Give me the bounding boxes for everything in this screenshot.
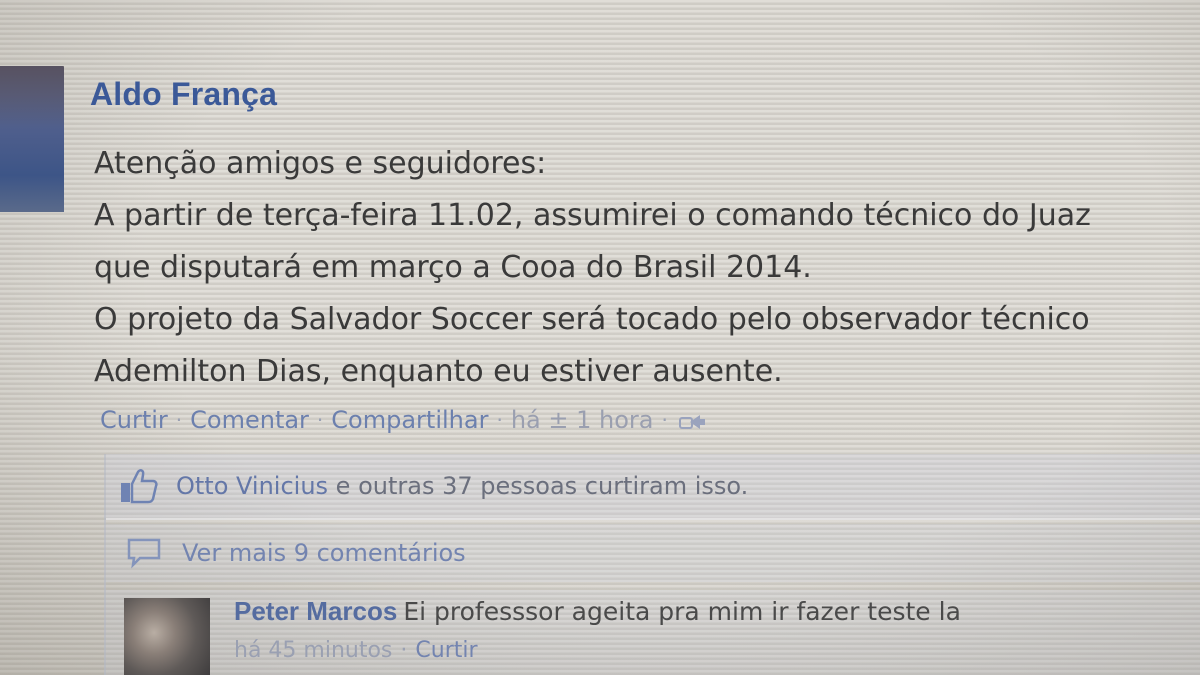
separator: · (496, 408, 503, 432)
view-more-comments-link[interactable]: Ver mais 9 comentários (182, 539, 466, 567)
likes-count-text[interactable]: e outras 37 pessoas curtiram isso. (328, 472, 749, 500)
comment-text: Ei professsor ageita pra mim ir fazer te… (403, 597, 961, 626)
post-author-name[interactable]: Aldo França (90, 76, 277, 113)
avatar-shading (0, 66, 64, 126)
comment-link[interactable]: Comentar (190, 406, 309, 434)
likes-text: Otto Vinicius e outras 37 pessoas curtir… (176, 472, 748, 500)
comment-meta: há 45 minutos · Curtir (234, 638, 478, 663)
view-more-comments-row[interactable]: Ver mais 9 comentários (106, 524, 1200, 582)
comment-timestamp[interactable]: há 45 minutos (234, 638, 392, 663)
post-actions-bar: Curtir · Comentar · Compartilhar · há ± … (100, 406, 706, 434)
separator: · (175, 408, 183, 432)
post-message: Atenção amigos e seguidores: A partir de… (94, 138, 1200, 398)
separator: · (316, 408, 324, 432)
likers-link[interactable]: Otto Vinicius (176, 472, 328, 500)
like-link[interactable]: Curtir (100, 406, 168, 434)
share-icon[interactable] (678, 410, 706, 430)
comment-like-link[interactable]: Curtir (415, 638, 477, 663)
post-line: O projeto da Salvador Soccer será tocado… (94, 302, 1090, 337)
author-avatar[interactable] (0, 66, 64, 212)
post-line: Ademilton Dias, enquanto eu estiver ause… (94, 354, 783, 389)
post-line: que disputará em março a Cooa do Brasil … (94, 250, 812, 285)
comment-item: Peter Marcos Ei professsor ageita pra mim… (106, 590, 1200, 675)
post-line: A partir de terça-feira 11.02, assumirei… (94, 198, 1091, 233)
commenter-avatar[interactable] (124, 598, 210, 675)
post-timestamp[interactable]: há ± 1 hora (511, 406, 654, 434)
feedback-box: Otto Vinicius e outras 37 pessoas curtir… (104, 454, 1200, 675)
commenter-name[interactable]: Peter Marcos (234, 596, 397, 626)
speech-bubble-icon (126, 537, 162, 569)
facebook-post-screen: Aldo França Atenção amigos e seguidores:… (0, 0, 1200, 675)
likes-summary: Otto Vinicius e outras 37 pessoas curtir… (106, 454, 1200, 520)
separator: · (400, 638, 408, 663)
post-line: Atenção amigos e seguidores: (94, 146, 547, 181)
separator: · (661, 408, 668, 432)
comment-body: Peter Marcos Ei professsor ageita pra mim… (234, 596, 961, 627)
thumbs-up-icon (118, 466, 160, 506)
share-link[interactable]: Compartilhar (331, 406, 488, 434)
